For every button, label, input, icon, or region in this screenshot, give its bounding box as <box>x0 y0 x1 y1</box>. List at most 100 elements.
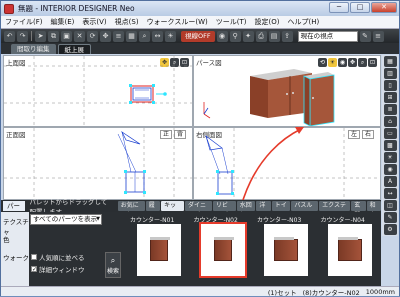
view-perspective[interactable]: パース図 ⟲ ☀ ◉ ✥ ⌕ ⊡ <box>194 56 380 126</box>
roof-icon[interactable]: ⌂ <box>383 116 397 127</box>
category-western[interactable]: 洋風 <box>256 201 271 219</box>
viewpoint-select[interactable]: 現在の視点 <box>297 30 358 42</box>
part-thumbnail[interactable] <box>327 224 372 276</box>
render-icon[interactable]: ✦ <box>242 30 254 42</box>
floor-icon[interactable]: ▭ <box>383 128 397 139</box>
menu-viewpoint[interactable]: 視点(S) <box>111 17 143 27</box>
part-item[interactable]: カウンター-N01 <box>129 214 189 282</box>
search-label: 検索 <box>106 268 119 275</box>
status-bar: (1)セット (8)カウンター-N02 1000mm <box>1 286 399 297</box>
part-thumbnail[interactable] <box>264 224 308 276</box>
category-exterior[interactable]: エクステリア <box>319 201 351 219</box>
undo-icon[interactable]: ↶ <box>4 30 15 42</box>
copy-icon[interactable]: ⧉ <box>48 30 59 42</box>
cabinet-image <box>150 237 170 261</box>
view-top[interactable]: 上面図 ✥ ⌕ ⊡ <box>4 56 192 126</box>
redo-icon[interactable]: ↷ <box>17 30 28 42</box>
tab-paper-view[interactable]: 紙上展 <box>57 44 91 54</box>
camera-icon[interactable]: ◉ <box>216 30 228 42</box>
menu-edit[interactable]: 編集(E) <box>47 17 79 27</box>
menu-tools[interactable]: ツール(T) <box>212 17 251 27</box>
tab-walk[interactable]: ウォーク <box>3 252 29 262</box>
layer-icon[interactable]: ◫ <box>383 200 397 211</box>
dimension-icon[interactable]: ↔ <box>383 188 397 199</box>
texture-icon[interactable]: ▩ <box>383 140 397 151</box>
wall-icon[interactable]: ▥ <box>383 68 397 79</box>
cabinet-image <box>274 237 298 261</box>
right-toolbar: ▦ ▥ ▯ ⊞ ≣ ⌂ ▭ ▩ ☀ ◉ A ↔ ◫ ✎ ⚙ <box>382 55 398 236</box>
category-favorites[interactable]: お気に入り <box>117 201 145 219</box>
tab-parts[interactable]: パーツ <box>3 201 25 220</box>
part-item-selected[interactable]: カウンター-N02 <box>192 214 252 282</box>
category-history[interactable]: 履歴 <box>145 201 161 219</box>
text-icon[interactable]: A <box>383 176 397 187</box>
checkbox-box[interactable]: ✓ <box>31 266 37 273</box>
title-bar: 無題 - INTERIOR DESIGNER Neo ─ □ ✕ <box>1 1 399 16</box>
category-living[interactable]: リビング <box>212 201 236 219</box>
toolbar-divider <box>31 31 32 41</box>
category-dining[interactable]: ダイニング <box>184 201 212 219</box>
camera-icon[interactable]: ◉ <box>383 164 397 175</box>
align-icon[interactable]: ≡ <box>113 30 124 42</box>
view-side[interactable]: 右側面図 左 右 <box>194 128 380 199</box>
print-icon[interactable]: ⎙ <box>255 30 267 42</box>
tab-texture[interactable]: テクスチャ <box>3 216 29 236</box>
plan-icon[interactable]: ▦ <box>383 56 397 67</box>
group-icon[interactable]: ▦ <box>126 30 137 42</box>
door-icon[interactable]: ▯ <box>383 80 397 91</box>
tab-floor-edit[interactable]: 間取り編集 <box>11 44 56 54</box>
category-bathroom[interactable]: バスルーム <box>291 201 319 219</box>
paste-icon[interactable]: ▣ <box>61 30 72 42</box>
menu-help[interactable]: ヘルプ(H) <box>283 17 323 27</box>
category-toilet[interactable]: トイレ <box>271 201 291 219</box>
view-front[interactable]: 正面図 正 背 <box>4 128 192 199</box>
part-item[interactable]: カウンター-N03 <box>256 214 316 282</box>
measure-icon[interactable]: ↔ <box>152 30 163 42</box>
rotate-icon[interactable]: ⟳ <box>87 30 98 42</box>
menu-settings[interactable]: 設定(O) <box>251 17 284 27</box>
panel-side-tabs: テクスチャ 色 ウォーク <box>1 212 29 286</box>
menu-walkthrough[interactable]: ウォークスルー(W) <box>143 17 212 27</box>
view-grid: 上面図 ✥ ⌕ ⊡ パース図 ⟲ ☀ ◉ ✥ ⌕ ⊡ 正面図 正 背 右側面図 … <box>3 55 381 200</box>
checkbox-box[interactable] <box>31 254 37 260</box>
light-icon[interactable]: ☀ <box>165 30 176 42</box>
maximize-button[interactable]: □ <box>350 2 370 13</box>
menu-view[interactable]: 表示(V) <box>78 17 110 27</box>
app-icon <box>4 3 14 14</box>
category-entrance[interactable]: 玄関 <box>351 201 366 219</box>
menu-icon[interactable]: ≡ <box>372 30 384 42</box>
detail-window-checkbox[interactable]: ✓ 詳細ウィンドウ <box>31 264 85 274</box>
popular-sort-checkbox[interactable]: 人気順に並べる <box>31 252 85 262</box>
save-icon[interactable]: ▤ <box>268 30 280 42</box>
category-water[interactable]: 水回り <box>236 201 256 219</box>
perspective-render <box>203 69 335 126</box>
parts-filter-select[interactable]: すべてのパーツを表示 <box>30 214 102 225</box>
paint-icon[interactable]: ✎ <box>383 212 397 223</box>
light-icon[interactable]: ☀ <box>383 152 397 163</box>
part-thumbnail[interactable] <box>198 222 247 278</box>
menu-file[interactable]: ファイル(F) <box>1 17 47 27</box>
category-japanese[interactable]: 和室 <box>366 201 382 219</box>
part-item[interactable]: カウンター-N04 <box>319 214 379 282</box>
stair-icon[interactable]: ≣ <box>383 104 397 115</box>
category-kitchen[interactable]: キッチン <box>161 201 184 219</box>
search-button[interactable]: ⌕ 検索 <box>105 252 121 278</box>
tab-color[interactable]: 色 <box>3 234 10 244</box>
export-icon[interactable]: ⇪ <box>281 30 293 42</box>
select-icon[interactable]: ➤ <box>35 30 46 42</box>
parts-category-bar: パーツ パレットからドラッグして配置します。 お気に入り 履歴 キッチン ダイニ… <box>1 198 382 220</box>
status-set: (1)セット <box>267 288 297 297</box>
move-icon[interactable]: ✥ <box>100 30 111 42</box>
pencil-icon[interactable]: ✎ <box>359 30 371 42</box>
close-button[interactable]: ✕ <box>371 2 397 13</box>
window-icon[interactable]: ⊞ <box>383 92 397 103</box>
part-thumbnail[interactable] <box>137 224 181 276</box>
settings-icon[interactable]: ⚙ <box>383 224 397 235</box>
zoom-icon[interactable]: ⌕ <box>139 30 150 42</box>
parts-list: カウンター-N01 カウンター-N02 カウンター-N03 カウンター-N04 <box>127 212 381 286</box>
walk-icon[interactable]: ⚲ <box>229 30 241 42</box>
minimize-button[interactable]: ─ <box>329 2 349 13</box>
view-line-toggle[interactable]: 視線OFF <box>181 30 215 42</box>
delete-icon[interactable]: ✕ <box>74 30 85 42</box>
editor-tabs: 間取り編集 紙上展 <box>1 43 399 54</box>
